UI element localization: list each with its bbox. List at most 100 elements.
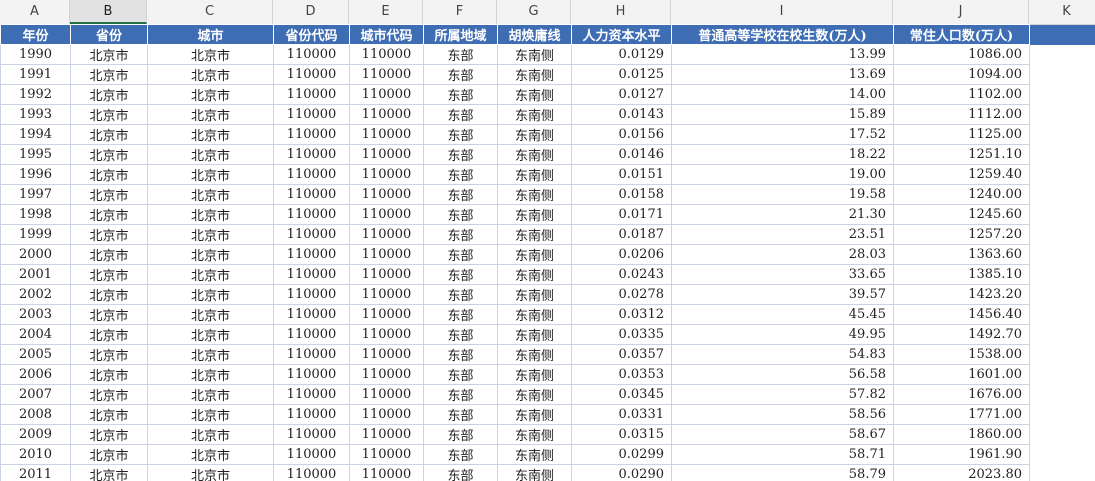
cell[interactable]: 东部 xyxy=(423,84,498,105)
cell[interactable]: 2009 xyxy=(0,424,71,445)
cell[interactable]: 0.0158 xyxy=(571,184,672,205)
cell[interactable]: 2001 xyxy=(0,264,71,285)
cell[interactable]: 110000 xyxy=(273,444,350,465)
cell[interactable]: 110000 xyxy=(273,144,350,165)
column-header-h[interactable]: H xyxy=(571,0,671,24)
cell[interactable]: 东南侧 xyxy=(497,284,572,305)
cell[interactable]: 北京市 xyxy=(147,244,274,265)
cell[interactable]: 110000 xyxy=(273,44,350,65)
cell[interactable]: 1456.40 xyxy=(893,304,1030,325)
cell[interactable]: 东南侧 xyxy=(497,384,572,405)
cell[interactable]: 北京市 xyxy=(147,344,274,365)
cell[interactable]: 54.83 xyxy=(671,344,894,365)
cell[interactable]: 45.45 xyxy=(671,304,894,325)
empty-cell[interactable] xyxy=(1029,44,1095,65)
header-cell[interactable]: 普通高等学校在校生数(万人) xyxy=(671,24,894,45)
cell[interactable]: 1125.00 xyxy=(893,124,1030,145)
cell[interactable]: 北京市 xyxy=(147,424,274,445)
cell[interactable]: 0.0353 xyxy=(571,364,672,385)
cell[interactable]: 1086.00 xyxy=(893,44,1030,65)
cell[interactable]: 0.0243 xyxy=(571,264,672,285)
cell[interactable]: 110000 xyxy=(349,104,424,125)
cell[interactable]: 0.0156 xyxy=(571,124,672,145)
column-header-a[interactable]: A xyxy=(0,0,70,24)
cell[interactable]: 东部 xyxy=(423,184,498,205)
cell[interactable]: 0.0357 xyxy=(571,344,672,365)
empty-cell[interactable] xyxy=(1029,424,1095,445)
cell[interactable]: 0.0299 xyxy=(571,444,672,465)
cell[interactable]: 110000 xyxy=(273,104,350,125)
cell[interactable]: 东部 xyxy=(423,364,498,385)
cell[interactable]: 北京市 xyxy=(70,304,148,325)
cell[interactable]: 110000 xyxy=(349,464,424,481)
cell[interactable]: 北京市 xyxy=(147,224,274,245)
empty-cell[interactable] xyxy=(1029,464,1095,481)
cell[interactable]: 0.0146 xyxy=(571,144,672,165)
cell[interactable]: 110000 xyxy=(273,284,350,305)
cell[interactable]: 28.03 xyxy=(671,244,894,265)
cell[interactable]: 0.0187 xyxy=(571,224,672,245)
empty-cell[interactable] xyxy=(1029,344,1095,365)
column-header-f[interactable]: F xyxy=(423,0,497,24)
cell[interactable]: 1991 xyxy=(0,64,71,85)
cell[interactable]: 北京市 xyxy=(147,304,274,325)
cell[interactable]: 0.0331 xyxy=(571,404,672,425)
cell[interactable]: 北京市 xyxy=(70,184,148,205)
cell[interactable]: 2000 xyxy=(0,244,71,265)
cell[interactable]: 东部 xyxy=(423,384,498,405)
cell[interactable]: 1961.90 xyxy=(893,444,1030,465)
column-header-g[interactable]: G xyxy=(497,0,571,24)
empty-cell[interactable] xyxy=(1029,84,1095,105)
cell[interactable]: 东南侧 xyxy=(497,464,572,481)
cell[interactable]: 110000 xyxy=(273,384,350,405)
header-cell[interactable]: 城市代码 xyxy=(349,24,424,45)
cell[interactable]: 北京市 xyxy=(70,124,148,145)
cell[interactable]: 21.30 xyxy=(671,204,894,225)
header-cell[interactable]: 年份 xyxy=(0,24,71,45)
cell[interactable]: 1257.20 xyxy=(893,224,1030,245)
empty-cell[interactable] xyxy=(1029,364,1095,385)
cell[interactable]: 东南侧 xyxy=(497,344,572,365)
cell[interactable]: 2003 xyxy=(0,304,71,325)
cell[interactable]: 1251.10 xyxy=(893,144,1030,165)
column-header-c[interactable]: C xyxy=(147,0,273,24)
cell[interactable]: 北京市 xyxy=(70,84,148,105)
cell[interactable]: 110000 xyxy=(349,284,424,305)
cell[interactable]: 2005 xyxy=(0,344,71,365)
header-cell[interactable]: 胡焕庸线 xyxy=(497,24,572,45)
header-cell[interactable]: 省份代码 xyxy=(273,24,350,45)
cell[interactable]: 东南侧 xyxy=(497,104,572,125)
cell[interactable]: 110000 xyxy=(273,304,350,325)
cell[interactable]: 东南侧 xyxy=(497,304,572,325)
cell[interactable]: 110000 xyxy=(349,164,424,185)
cell[interactable]: 北京市 xyxy=(147,144,274,165)
cell[interactable]: 东南侧 xyxy=(497,364,572,385)
cell[interactable]: 49.95 xyxy=(671,324,894,345)
cell[interactable]: 0.0151 xyxy=(571,164,672,185)
cell[interactable]: 北京市 xyxy=(147,44,274,65)
cell[interactable]: 东南侧 xyxy=(497,324,572,345)
cell[interactable]: 北京市 xyxy=(70,104,148,125)
cell[interactable]: 东部 xyxy=(423,44,498,65)
cell[interactable]: 东南侧 xyxy=(497,404,572,425)
cell[interactable]: 北京市 xyxy=(147,364,274,385)
cell[interactable]: 北京市 xyxy=(147,64,274,85)
cell[interactable]: 北京市 xyxy=(147,84,274,105)
cell[interactable]: 110000 xyxy=(273,244,350,265)
cell[interactable]: 13.69 xyxy=(671,64,894,85)
cell[interactable]: 0.0143 xyxy=(571,104,672,125)
cell[interactable]: 北京市 xyxy=(70,364,148,385)
cell[interactable]: 北京市 xyxy=(70,284,148,305)
cell[interactable]: 北京市 xyxy=(147,264,274,285)
empty-cell[interactable] xyxy=(1029,324,1095,345)
cell[interactable]: 东部 xyxy=(423,284,498,305)
cell[interactable]: 110000 xyxy=(349,384,424,405)
cell[interactable]: 东南侧 xyxy=(497,44,572,65)
cell[interactable]: 0.0171 xyxy=(571,204,672,225)
cell[interactable]: 北京市 xyxy=(147,104,274,125)
cell[interactable]: 0.0315 xyxy=(571,424,672,445)
cell[interactable]: 110000 xyxy=(273,404,350,425)
cell[interactable]: 北京市 xyxy=(147,324,274,345)
cell[interactable]: 1676.00 xyxy=(893,384,1030,405)
cell[interactable]: 17.52 xyxy=(671,124,894,145)
